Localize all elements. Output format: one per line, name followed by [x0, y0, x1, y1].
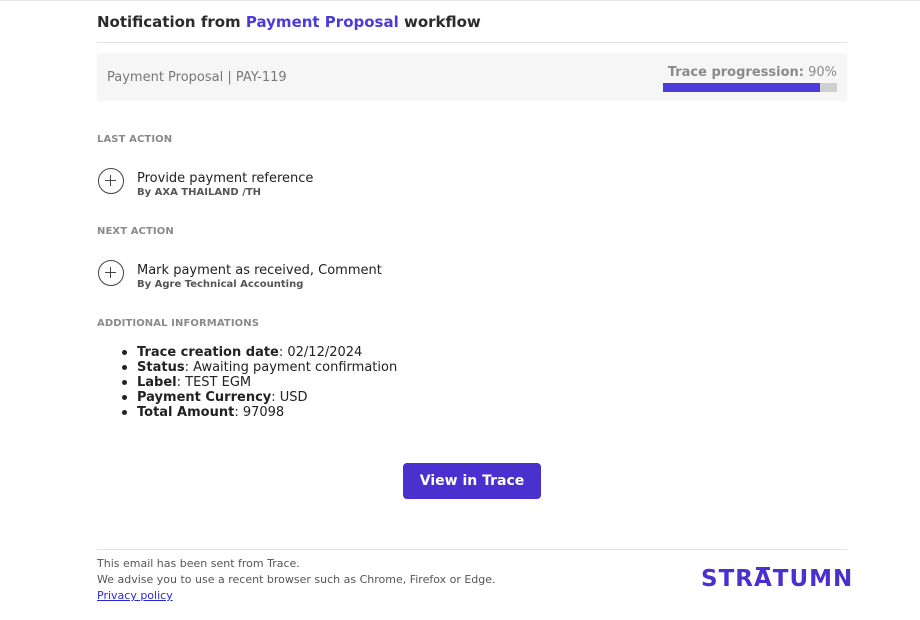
additional-info-list: Trace creation date: 02/12/2024 Status: … — [121, 345, 398, 420]
footer-sent-from: This email has been sent from Trace. — [97, 557, 300, 570]
info-item: Status: Awaiting payment confirmation — [121, 360, 398, 375]
plus-circle-icon — [98, 260, 124, 286]
info-item: Trace creation date: 02/12/2024 — [121, 345, 397, 360]
last-action-item: Provide payment reference By AXA THAILAN… — [97, 168, 847, 200]
progression-value: 90% — [808, 65, 837, 80]
info-key: Total Amount — [137, 405, 235, 420]
additional-info-heading: ADDITIONAL INFORMATIONS — [97, 318, 260, 329]
plus-circle-icon — [98, 168, 124, 194]
footer-divider — [97, 549, 847, 550]
trace-summary-panel: Payment Proposal | PAY-119 Trace progres… — [97, 53, 847, 101]
info-item: Payment Currency: USD — [121, 390, 397, 405]
info-value: : 02/12/2024 — [278, 345, 363, 360]
next-action-name: Mark payment as received, Comment — [137, 263, 382, 278]
view-in-trace-button[interactable]: View in Trace — [403, 463, 541, 499]
workflow-name: Payment Proposal — [245, 13, 399, 31]
progress-bar-fill — [663, 83, 820, 92]
title-suffix: workflow — [398, 13, 481, 31]
info-value: : Awaiting payment confirmation — [184, 360, 398, 375]
info-value: : 97098 — [234, 405, 285, 420]
info-key: Payment Currency — [137, 390, 272, 405]
next-action-heading: NEXT ACTION — [97, 226, 174, 237]
progression-label-text: Trace progression: — [667, 65, 804, 80]
next-action-by: By Agre Technical Accounting — [137, 279, 304, 290]
footer-browser-advice: We advise you to use a recent browser su… — [97, 573, 496, 586]
title-prefix: Notification from — [97, 13, 246, 31]
progress-bar — [663, 83, 837, 92]
top-divider — [0, 0, 920, 1]
last-action-by: By AXA THAILAND /TH — [137, 187, 262, 198]
title-divider — [97, 42, 847, 43]
info-item: Total Amount: 97098 — [121, 405, 397, 420]
stratumn-logo: STRA TUMN — [701, 566, 854, 592]
info-key: Label — [137, 375, 177, 390]
next-action-item: Mark payment as received, Comment By Agr… — [97, 260, 847, 292]
privacy-policy-link[interactable]: Privacy policy — [97, 589, 173, 602]
last-action-heading: LAST ACTION — [97, 134, 173, 145]
last-action-name: Provide payment reference — [137, 171, 314, 186]
info-item: Label: TEST EGM — [121, 375, 397, 390]
trace-reference: Payment Proposal | PAY-119 — [107, 70, 287, 85]
info-value: : USD — [271, 390, 308, 405]
progression-label: Trace progression: 90% — [668, 65, 837, 80]
info-key: Trace creation date — [137, 345, 279, 360]
email-title: Notification from Payment Proposal workf… — [97, 13, 481, 31]
info-value: : TEST EGM — [176, 375, 252, 390]
info-key: Status — [137, 360, 185, 375]
